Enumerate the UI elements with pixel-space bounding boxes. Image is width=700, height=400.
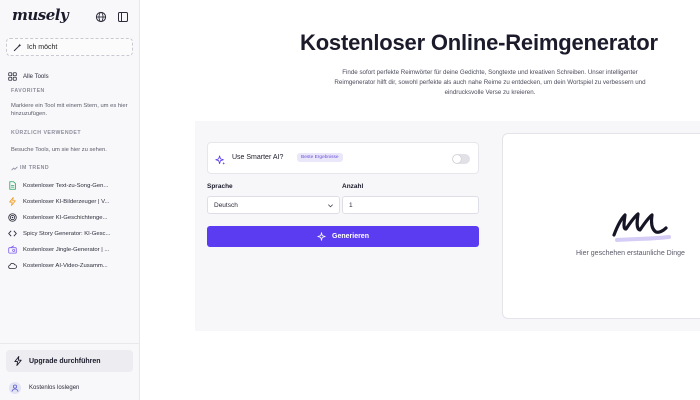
chevron-down-icon bbox=[327, 202, 334, 211]
trend-item-label: Kostenloser AI-Video-Zusamm... bbox=[23, 262, 108, 269]
user-icon bbox=[11, 384, 19, 392]
count-input[interactable] bbox=[342, 196, 479, 214]
lightning-icon bbox=[9, 197, 16, 206]
result-panel: Hier geschehen erstaunliche Dinge bbox=[502, 133, 700, 319]
result-placeholder: Hier geschehen erstaunliche Dinge bbox=[576, 250, 685, 257]
trend-item[interactable]: Kostenloser KI-Bilderzeuger | V... bbox=[8, 197, 136, 206]
trend-item[interactable]: Kostenloser AI-Video-Zusamm... bbox=[8, 261, 136, 270]
smart-ai-card: Use Smarter AI? Beste Ergebnisse bbox=[207, 142, 479, 174]
sidebar-toggle-icon[interactable] bbox=[117, 10, 129, 22]
new-task-label: Ich möcht bbox=[27, 43, 58, 51]
lightning-icon bbox=[14, 356, 22, 366]
generate-button[interactable]: Generieren bbox=[207, 226, 479, 247]
globe-icon[interactable] bbox=[95, 10, 107, 23]
upgrade-button[interactable]: Upgrade durchführen bbox=[6, 350, 133, 372]
sparkle-icon bbox=[215, 153, 226, 171]
trend-item-label: Kostenloser Text-zu-Song-Gen... bbox=[23, 182, 109, 189]
login-button[interactable]: Kostenlos loslegen bbox=[9, 382, 79, 394]
sidebar-divider bbox=[0, 343, 140, 344]
musely-scribble-logo bbox=[611, 207, 673, 248]
upgrade-label: Upgrade durchführen bbox=[29, 357, 101, 365]
new-task-button[interactable]: Ich möcht bbox=[6, 38, 133, 56]
sidebar: musely Ich möcht Alle Tools FAVORITEN Ma… bbox=[0, 0, 140, 400]
trend-item[interactable]: Spicy Story Generator: KI-Gesc... bbox=[8, 229, 136, 238]
login-label: Kostenlos loslegen bbox=[29, 385, 80, 391]
recent-hint: Besuche Tools, um sie hier zu sehen. bbox=[11, 147, 107, 153]
page-subtitle: Finde sofort perfekte Reimwörter für dei… bbox=[334, 69, 646, 96]
avatar bbox=[9, 382, 21, 394]
language-select[interactable]: Deutsch bbox=[207, 196, 340, 214]
musely-logo[interactable]: musely bbox=[12, 6, 69, 24]
count-label: Anzahl bbox=[342, 183, 364, 190]
cloud-icon bbox=[8, 262, 17, 269]
page-title: Kostenloser Online-Reimgenerator bbox=[300, 30, 658, 55]
language-value: Deutsch bbox=[214, 201, 238, 209]
trend-item[interactable]: Kostenloser KI-Geschichtenge... bbox=[8, 213, 136, 222]
sparkle-icon bbox=[317, 232, 326, 241]
language-label: Sprache bbox=[207, 183, 233, 190]
main-content: Kostenloser Online-Reimgenerator Finde s… bbox=[141, 0, 700, 400]
trend-heading: IM TREND bbox=[11, 165, 49, 171]
code-icon bbox=[8, 230, 17, 237]
smart-ai-toggle[interactable] bbox=[452, 154, 470, 164]
target-icon bbox=[8, 213, 17, 222]
trend-item[interactable]: Kostenloser Text-zu-Song-Gen... bbox=[8, 181, 136, 190]
magic-wand-icon bbox=[13, 43, 22, 51]
trend-item-label: Kostenloser Jingle-Generator | ... bbox=[23, 246, 110, 253]
sidebar-item-label: Alle Tools bbox=[23, 73, 49, 80]
trend-item[interactable]: Kostenloser Jingle-Generator | ... bbox=[8, 245, 136, 254]
recent-heading: KÜRZLICH VERWENDET bbox=[11, 130, 82, 136]
favorites-heading: FAVORITEN bbox=[11, 88, 45, 94]
favorites-hint: Markiere ein Tool mit einem Stern, um es… bbox=[11, 103, 128, 117]
generate-label: Generieren bbox=[332, 233, 369, 240]
trend-icon bbox=[11, 166, 18, 170]
document-icon bbox=[9, 181, 16, 190]
trend-item-label: Kostenloser KI-Geschichtenge... bbox=[23, 214, 108, 221]
radio-icon bbox=[8, 245, 17, 254]
trend-item-label: Kostenloser KI-Bilderzeuger | V... bbox=[23, 198, 110, 205]
sidebar-item-all-tools[interactable]: Alle Tools bbox=[8, 72, 49, 81]
trend-item-label: Spicy Story Generator: KI-Gesc... bbox=[23, 230, 111, 237]
grid-icon bbox=[8, 72, 17, 81]
best-results-badge: Beste Ergebnisse bbox=[297, 153, 343, 162]
smart-ai-label: Use Smarter AI? bbox=[232, 154, 284, 161]
